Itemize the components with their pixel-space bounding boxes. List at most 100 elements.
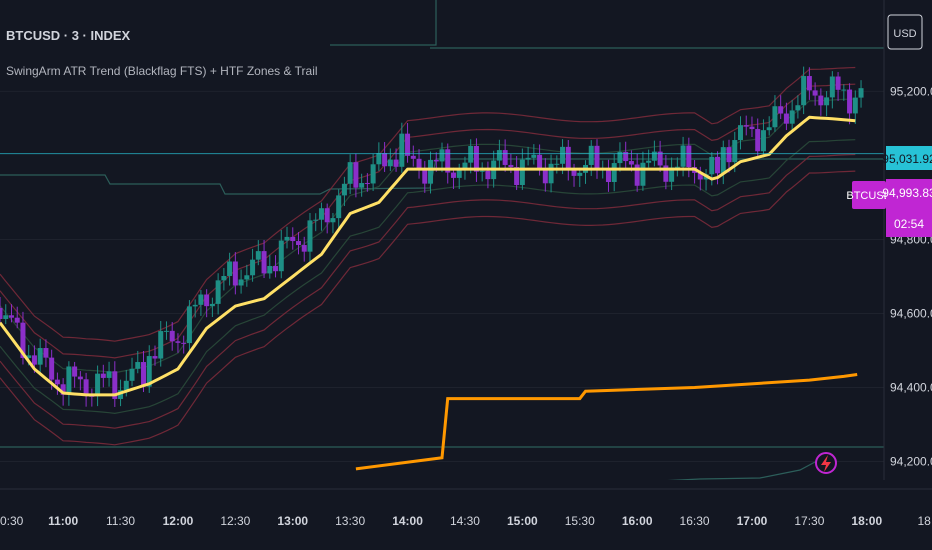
time-tick-label: 17:30 xyxy=(794,514,824,528)
candle xyxy=(640,162,646,186)
time-tick-label: 0:30 xyxy=(0,514,24,528)
candle xyxy=(651,151,657,161)
candle xyxy=(829,76,835,98)
candle xyxy=(686,145,692,168)
candle xyxy=(376,153,382,165)
candle xyxy=(341,183,347,196)
candle xyxy=(789,110,795,124)
candle xyxy=(95,373,101,397)
candle xyxy=(359,183,365,188)
candle xyxy=(353,162,359,188)
candle xyxy=(858,88,864,98)
candle xyxy=(485,170,491,180)
time-tick-label: 13:00 xyxy=(277,514,308,528)
candle xyxy=(313,219,319,221)
time-tick-label: 14:30 xyxy=(450,514,480,528)
currency-label: USD xyxy=(893,28,916,40)
candle xyxy=(163,330,169,332)
time-tick-label: 18 xyxy=(918,514,932,528)
candle xyxy=(410,155,416,159)
candle xyxy=(364,183,370,185)
candle xyxy=(531,154,537,158)
candle xyxy=(382,153,388,167)
candle xyxy=(519,159,525,186)
time-tick-label: 15:00 xyxy=(507,514,538,528)
candle xyxy=(77,376,83,380)
candle xyxy=(674,166,680,168)
time-tick-label: 18:00 xyxy=(851,514,882,528)
candle xyxy=(732,140,738,163)
candle xyxy=(812,90,818,96)
candle xyxy=(152,356,158,359)
candle xyxy=(422,170,428,184)
candle xyxy=(192,304,198,307)
candle xyxy=(135,362,141,369)
candle xyxy=(43,348,49,358)
time-tick-label: 12:00 xyxy=(163,514,194,528)
candle xyxy=(141,362,147,387)
candle xyxy=(181,342,187,344)
candle xyxy=(428,159,434,184)
candle xyxy=(755,129,761,152)
candle xyxy=(54,379,60,385)
candle xyxy=(852,97,858,114)
candle xyxy=(525,157,531,160)
candle xyxy=(393,159,399,167)
candle xyxy=(215,280,221,304)
candle xyxy=(255,251,261,260)
candle xyxy=(370,164,376,184)
price-chart[interactable]: BTCUSD · 3 · INDEX SwingArm ATR Trend (B… xyxy=(0,0,932,550)
candle xyxy=(737,125,743,141)
candle xyxy=(778,106,784,114)
time-tick-label: 16:30 xyxy=(680,514,710,528)
candle xyxy=(14,317,20,323)
candle xyxy=(318,208,324,220)
candle xyxy=(261,251,267,274)
candle xyxy=(720,147,726,174)
candle xyxy=(847,89,853,114)
candle xyxy=(743,125,749,127)
candle xyxy=(175,341,181,343)
price-tick-label: 94,400.00 xyxy=(890,380,932,394)
candle xyxy=(479,170,485,172)
candle xyxy=(766,127,772,131)
candle xyxy=(238,279,244,286)
chart-background xyxy=(0,0,932,550)
candle xyxy=(571,169,577,176)
time-tick-label: 11:30 xyxy=(106,514,135,528)
lightning-icon[interactable] xyxy=(815,452,837,474)
candle xyxy=(198,294,204,305)
candle xyxy=(560,146,566,164)
candle xyxy=(336,195,342,219)
time-tick-label: 16:00 xyxy=(622,514,653,528)
candle xyxy=(554,163,560,165)
indicator-title[interactable]: SwingArm ATR Trend (Blackflag FTS) + HTF… xyxy=(6,64,318,78)
candle xyxy=(577,172,583,176)
candle xyxy=(749,126,755,130)
candle xyxy=(49,357,55,380)
candle xyxy=(330,218,336,223)
candle xyxy=(468,146,474,163)
candle xyxy=(8,315,14,318)
candle xyxy=(186,306,192,344)
candle xyxy=(726,147,732,163)
candle xyxy=(66,366,72,395)
time-tick-label: 17:00 xyxy=(737,514,768,528)
candle xyxy=(680,145,686,167)
candle xyxy=(3,315,9,319)
candle xyxy=(646,160,652,163)
candle xyxy=(795,105,801,111)
candle xyxy=(841,89,847,91)
candle xyxy=(227,261,233,276)
candle xyxy=(129,368,135,381)
candle xyxy=(594,145,600,169)
candle xyxy=(295,241,301,246)
candle xyxy=(324,208,330,223)
candle xyxy=(399,133,405,167)
candle xyxy=(783,113,789,124)
candle xyxy=(250,259,256,276)
price-tick-label: 94,200.00 xyxy=(890,454,932,468)
candle xyxy=(588,145,594,165)
candle xyxy=(232,261,238,286)
candle xyxy=(0,307,3,319)
